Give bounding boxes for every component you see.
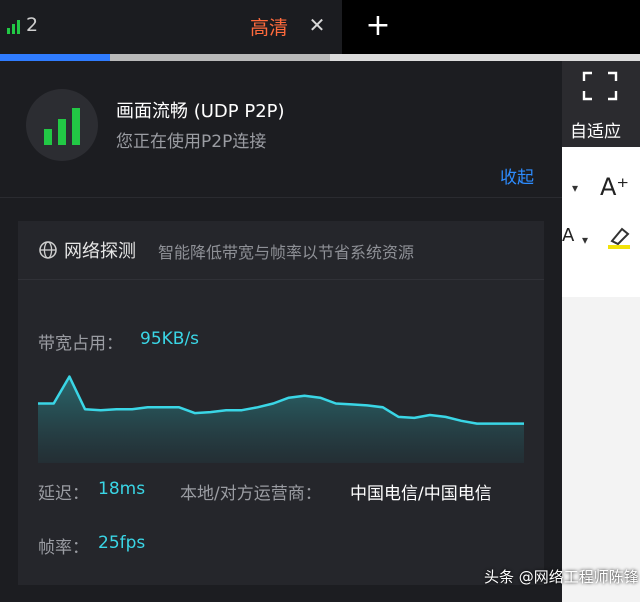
- globe-icon: [39, 241, 57, 259]
- connection-subtitle: 您正在使用P2P连接: [116, 132, 267, 152]
- network-probe-card: 网络探测 智能降低带宽与帧率以节省系统资源 带宽占用： 95KB/s 延迟： 1…: [18, 221, 544, 585]
- new-tab-button[interactable]: +: [362, 10, 394, 42]
- latency-label: 延迟：: [38, 484, 89, 504]
- font-size-up-icon[interactable]: A⁺: [600, 173, 629, 201]
- bandwidth-chart: [38, 375, 524, 463]
- session-tab[interactable]: 2 高清 ✕: [0, 0, 342, 54]
- fullscreen-icon[interactable]: [582, 71, 618, 101]
- collapse-link[interactable]: 收起: [500, 163, 534, 188]
- highlighter-icon[interactable]: [606, 227, 632, 249]
- connection-status-icon: [26, 89, 98, 161]
- close-icon[interactable]: ✕: [306, 14, 328, 36]
- signal-bars-icon: [44, 108, 80, 145]
- tab-progress-track: [110, 54, 330, 61]
- panel-divider: [0, 197, 562, 198]
- document-canvas: [562, 297, 640, 602]
- text-style-icon[interactable]: A: [562, 225, 574, 246]
- tab-title: 2: [26, 14, 39, 36]
- isp-value: 中国电信/中国电信: [350, 484, 492, 504]
- chevron-down-icon[interactable]: ▾: [572, 181, 578, 195]
- chevron-down-icon[interactable]: ▾: [582, 233, 588, 247]
- watermark: 头条 @网络工程师陈锋: [484, 568, 639, 586]
- probe-title: 网络探测: [64, 241, 136, 262]
- tab-progress-fill: [0, 54, 110, 61]
- probe-header: 网络探测 智能降低带宽与帧率以节省系统资源: [18, 221, 544, 279]
- bandwidth-area: [38, 376, 524, 463]
- fps-label: 帧率：: [38, 538, 89, 558]
- tab-quality-badge[interactable]: 高清: [250, 13, 288, 40]
- fit-button-label[interactable]: 自适应: [570, 117, 621, 142]
- editor-toolbar: ▾ A⁺ A ▾: [562, 147, 640, 297]
- connection-info-panel: 画面流畅 (UDP P2P) 您正在使用P2P连接 收起 网络探测 智能降低带宽…: [0, 61, 562, 602]
- bandwidth-label: 带宽占用：: [38, 334, 123, 354]
- fit-toolbar: 自适应: [562, 61, 640, 147]
- latency-value: 18ms: [98, 479, 146, 499]
- probe-description: 智能降低带宽与帧率以节省系统资源: [158, 243, 415, 262]
- probe-divider: [18, 279, 544, 280]
- bandwidth-value: 95KB/s: [140, 329, 200, 349]
- isp-label: 本地/对方运营商：: [180, 484, 322, 504]
- tab-bar: 2 高清 ✕ +: [0, 0, 640, 54]
- remote-app-area: 自适应 ▾ A⁺ A ▾: [562, 61, 640, 602]
- fps-value: 25fps: [98, 533, 146, 553]
- tab-progress-bar: [0, 54, 640, 61]
- connection-title: 画面流畅 (UDP P2P): [116, 101, 285, 122]
- signal-bars-icon: [7, 20, 20, 34]
